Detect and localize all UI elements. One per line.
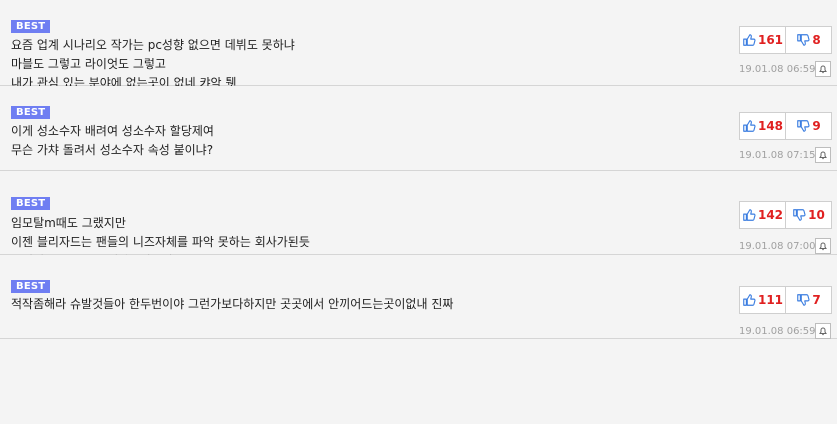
comment-text: 이게 성소수자 배려여 성소수자 할당제여무슨 가챠 돌려서 성소수자 속성 붙… (11, 122, 214, 160)
thumbs-down-icon (796, 119, 812, 133)
upvote-button[interactable]: 148 (740, 113, 786, 139)
comment-meta: 19.01.08 06:59 (739, 322, 832, 340)
upvote-count: 111 (757, 293, 784, 307)
comment-line: 임모탈m때도 그랬지만 (11, 216, 126, 230)
upvote-button[interactable]: 142 (740, 202, 786, 228)
thumbs-down-icon (796, 33, 812, 47)
comment-line: 마블도 그렇고 라이엇도 그렇고 (11, 57, 166, 71)
downvote-button[interactable]: 7 (786, 287, 831, 313)
best-badge: BEST (11, 280, 51, 293)
comment-row: BEST 적작좀해라 슈발것들아 한두번이야 그런가보다하지만 곳곳에서 안끼어드… (0, 255, 837, 339)
comment-meta: 19.01.08 06:59 (739, 60, 832, 78)
downvote-count: 10 (808, 208, 825, 222)
bell-icon (818, 326, 828, 336)
comment-date: 19.01.08 06:59 (739, 325, 816, 337)
comment-row: BEST 임모탈m때도 그랬지만이젠 블리자드는 팬들의 니즈자체를 파악 못하는… (0, 171, 837, 268)
comment-line: 이게 성소수자 배려여 성소수자 할당제여 (11, 124, 214, 138)
bell-icon (818, 241, 828, 251)
report-button[interactable] (815, 147, 831, 163)
upvote-count: 148 (757, 119, 784, 133)
vote-box: 142 10 (739, 201, 832, 229)
comment-text: 적작좀해라 슈발것들아 한두번이야 그런가보다하지만 곳곳에서 안끼어드는곳이없… (11, 295, 453, 314)
thumbs-down-icon (796, 293, 812, 307)
report-button[interactable] (815, 238, 831, 254)
report-button[interactable] (815, 323, 831, 339)
comment-meta: 19.01.08 07:15 (739, 146, 832, 164)
comment-line: 요즘 업계 시나리오 작가는 pc성향 없으면 데뷔도 못하냐 (11, 38, 295, 52)
downvote-count: 7 (812, 293, 821, 307)
thumbs-up-icon (742, 33, 758, 47)
comment-row: BEST 요즘 업계 시나리오 작가는 pc성향 없으면 데뷔도 못하냐마블도 그… (0, 0, 837, 90)
comment-date: 19.01.08 06:59 (739, 63, 816, 75)
thumbs-down-icon (792, 208, 808, 222)
vote-box: 148 9 (739, 112, 832, 140)
thumbs-up-icon (742, 119, 758, 133)
comment-date: 19.01.08 07:00 (739, 240, 816, 252)
bell-icon (818, 64, 828, 74)
downvote-button[interactable]: 8 (786, 27, 831, 53)
thumbs-up-icon (742, 208, 758, 222)
best-badge: BEST (11, 197, 51, 210)
downvote-count: 8 (812, 33, 821, 47)
downvote-button[interactable]: 9 (786, 113, 831, 139)
comment-row: BEST 이게 성소수자 배려여 성소수자 할당제여무슨 가챠 돌려서 성소수자 … (0, 86, 837, 171)
comment-line: 무슨 가챠 돌려서 성소수자 속성 붙이냐? (11, 143, 214, 157)
comment-line: 적작좀해라 슈발것들아 한두번이야 그런가보다하지만 곳곳에서 안끼어드는곳이없… (11, 297, 454, 311)
bell-icon (818, 150, 828, 160)
comment-date: 19.01.08 07:15 (739, 149, 816, 161)
upvote-count: 142 (757, 208, 784, 222)
best-comment-list: BEST 요즘 업계 시나리오 작가는 pc성향 없으면 데뷔도 못하냐마블도 그… (0, 0, 837, 424)
best-badge: BEST (11, 106, 51, 119)
vote-box: 111 7 (739, 286, 832, 314)
thumbs-up-icon (742, 293, 758, 307)
upvote-button[interactable]: 161 (740, 27, 786, 53)
comment-meta: 19.01.08 07:00 (739, 237, 832, 255)
comment-text: 요즘 업계 시나리오 작가는 pc성향 없으면 데뷔도 못하냐마블도 그렇고 라… (11, 36, 295, 93)
report-button[interactable] (815, 61, 831, 77)
downvote-count: 9 (812, 119, 821, 133)
upvote-count: 161 (757, 33, 784, 47)
vote-box: 161 8 (739, 26, 832, 54)
comment-line: 이젠 블리자드는 팬들의 니즈자체를 파악 못하는 회사가된듯 (11, 235, 310, 249)
upvote-button[interactable]: 111 (740, 287, 786, 313)
downvote-button[interactable]: 10 (786, 202, 831, 228)
best-badge: BEST (11, 20, 51, 33)
